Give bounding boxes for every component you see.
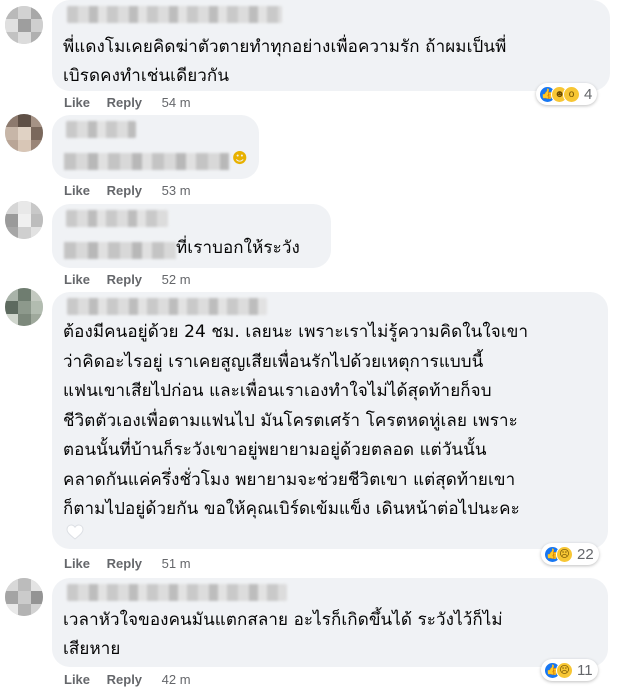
comment-actions: Like Reply 54 m (64, 95, 191, 110)
comment-bubble: พี่แดงโมเคยคิดฆ่าตัวตายทำทุกอย่างเพื่อคว… (52, 0, 610, 91)
like-button[interactable]: Like (64, 183, 90, 198)
comment-actions: Like Reply 52 m (64, 272, 191, 287)
timestamp[interactable]: 53 m (162, 183, 191, 198)
like-button[interactable]: Like (64, 556, 90, 571)
like-button[interactable]: Like (64, 95, 90, 110)
comment-text: ที่เราบอกให้ระวัง (176, 238, 300, 258)
wow-icon: o (563, 85, 580, 103)
timestamp[interactable]: 52 m (162, 272, 191, 287)
comment-actions: Like Reply 42 m (64, 672, 191, 687)
timestamp[interactable]: 54 m (162, 95, 191, 110)
comment-bubble: ต้องมีคนอยู่ด้วย 24 ชม. เลยนะ เพราะเราไม… (52, 292, 608, 549)
blurred-text (64, 242, 176, 259)
commenter-name[interactable] (66, 121, 136, 138)
commenter-name[interactable] (67, 584, 287, 601)
reaction-summary[interactable]: 👍 ☹ 11 (541, 659, 598, 681)
sad-icon: ☹ (556, 545, 573, 563)
timestamp[interactable]: 42 m (162, 672, 191, 687)
commenter-name[interactable] (67, 298, 267, 315)
comment-text: พี่แดงโมเคยคิดฆ่าตัวตายทำทุกอย่างเพื่อคว… (63, 37, 507, 86)
comment-actions: Like Reply 51 m (64, 556, 191, 571)
heart-icon (66, 524, 84, 540)
comment-text: ต้องมีคนอยู่ด้วย 24 ชม. เลยนะ เพราะเราไม… (63, 322, 529, 519)
reply-button[interactable]: Reply (107, 672, 142, 687)
reply-button[interactable]: Reply (107, 272, 142, 287)
comment-text: เวลาหัวใจของคนมันแตกสลาย อะไรก็เกิดขึ้นไ… (63, 610, 503, 659)
comment-bubble: ☻ (52, 115, 259, 179)
reaction-count: 11 (577, 661, 593, 679)
reply-button[interactable]: Reply (107, 556, 142, 571)
reply-button[interactable]: Reply (107, 95, 142, 110)
comment-actions: Like Reply 53 m (64, 183, 191, 198)
avatar[interactable] (5, 114, 43, 152)
like-button[interactable]: Like (64, 272, 90, 287)
comment-bubble: เวลาหัวใจของคนมันแตกสลาย อะไรก็เกิดขึ้นไ… (52, 578, 608, 667)
commenter-name[interactable] (67, 6, 282, 23)
reaction-summary[interactable]: 👍 ☹ 22 (541, 543, 599, 565)
reaction-summary[interactable]: 👍 ☻ o 4 (536, 83, 598, 105)
avatar[interactable] (5, 6, 43, 44)
avatar[interactable] (5, 578, 43, 616)
sad-icon: ☹ (556, 661, 573, 679)
timestamp[interactable]: 51 m (162, 556, 191, 571)
like-button[interactable]: Like (64, 672, 90, 687)
avatar[interactable] (5, 201, 43, 239)
avatar[interactable] (5, 288, 43, 326)
reaction-count: 4 (584, 85, 593, 103)
reaction-count: 22 (577, 545, 594, 563)
comment-bubble: ที่เราบอกให้ระวัง (52, 204, 331, 268)
commenter-name[interactable] (66, 210, 168, 227)
reply-button[interactable]: Reply (107, 183, 142, 198)
comment-text (64, 153, 229, 170)
smiley-emoji: ☻ (232, 149, 248, 167)
